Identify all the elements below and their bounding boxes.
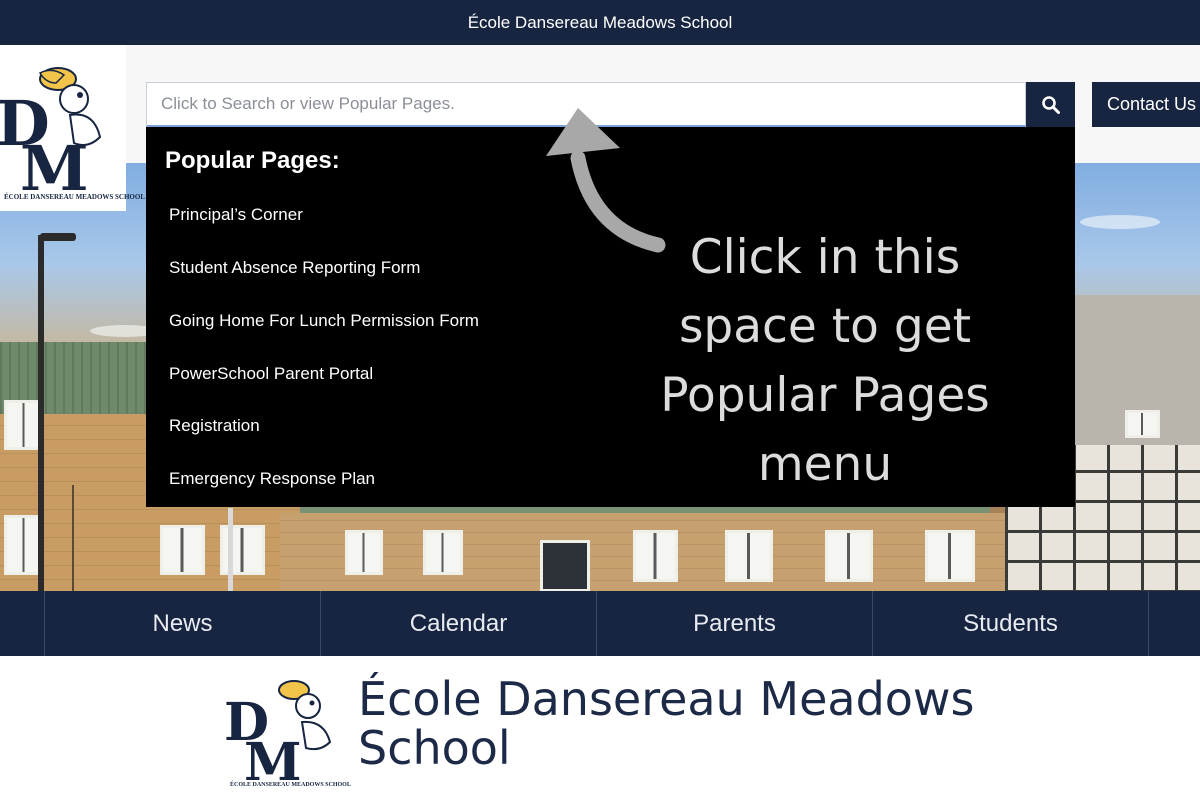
popular-page-link[interactable]: Emergency Response Plan (169, 469, 375, 489)
vent (1125, 410, 1160, 438)
entrance-door (540, 540, 590, 592)
popular-page-link[interactable]: Student Absence Reporting Form (169, 258, 420, 278)
search-button[interactable] (1026, 82, 1075, 127)
annotation-line: Popular Pages (660, 368, 990, 423)
logo-caption: ÉCOLE DANSEREAU MEADOWS SCHOOL (4, 193, 145, 201)
window (423, 530, 463, 575)
tree (72, 485, 112, 593)
annotation-line: menu (757, 437, 893, 492)
nav-label: Parents (693, 609, 776, 637)
contact-us-label: Contact Us (1107, 94, 1197, 114)
footer-name-line: School (358, 721, 511, 775)
popular-page-link[interactable]: Principal’s Corner (169, 205, 303, 225)
search-icon (1041, 95, 1060, 114)
nav-item-students[interactable]: Students (872, 591, 1148, 656)
top-bar: École Dansereau Meadows School (0, 0, 1200, 45)
annotation-line: Click in this (689, 230, 961, 285)
footer-logo-caption: ÉCOLE DANSEREAU MEADOWS SCHOOL (230, 782, 351, 788)
nav-label: Calendar (409, 609, 508, 637)
duck-mascot-logo-icon: D M (0, 67, 102, 205)
window (345, 530, 383, 575)
school-logo[interactable]: D M ÉCOLE DANSEREAU MEADOWS SCHOOL (0, 45, 145, 211)
nav-item-news[interactable]: News (44, 591, 320, 656)
window (160, 525, 205, 575)
flag-pole (228, 508, 233, 593)
nav-label: Students (963, 609, 1058, 637)
footer-logo: D M ÉCOLE DANSEREAU MEADOWS SCHOOL (222, 670, 351, 793)
nav-item-calendar[interactable]: Calendar (320, 591, 596, 656)
popular-pages-heading: Popular Pages: (165, 147, 340, 174)
window (633, 530, 678, 582)
lamp-head (40, 233, 76, 241)
lamp-post (38, 235, 44, 593)
contact-us-button[interactable]: Contact Us (1092, 82, 1200, 127)
popular-page-link[interactable]: PowerSchool Parent Portal (169, 364, 373, 384)
footer-school-name: École Dansereau Meadows School (358, 675, 998, 773)
main-nav: News Calendar Parents Students (0, 591, 1200, 656)
window (825, 530, 873, 582)
window (925, 530, 975, 582)
duck-mascot-logo-icon: D M (224, 680, 332, 793)
nav-item-parents[interactable]: Parents (596, 591, 872, 656)
annotation-text: Click in this space to get Popular Pages… (620, 223, 1030, 499)
window (220, 525, 265, 575)
popular-page-link[interactable]: Registration (169, 416, 260, 436)
cloud (1080, 215, 1160, 229)
nav-divider (1148, 591, 1149, 656)
popular-page-link[interactable]: Going Home For Lunch Permission Form (169, 311, 479, 331)
footer-name-line: École Dansereau Meadows (358, 672, 975, 726)
nav-label: News (152, 609, 213, 637)
school-title: École Dansereau Meadows School (467, 12, 733, 32)
annotation-line: space to get (678, 299, 972, 354)
window (725, 530, 773, 582)
